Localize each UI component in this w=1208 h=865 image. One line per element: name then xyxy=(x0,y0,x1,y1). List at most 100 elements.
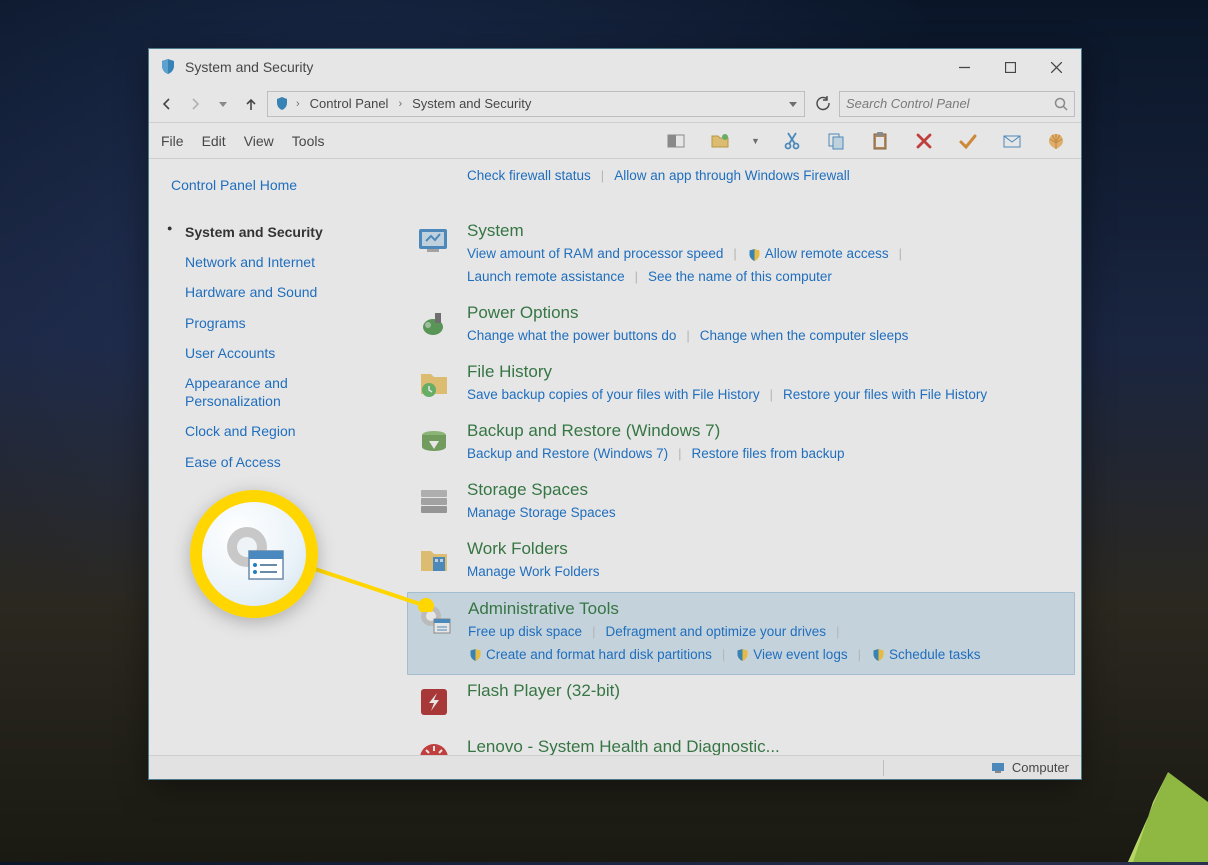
link-power-buttons[interactable]: Change what the power buttons do xyxy=(467,325,676,348)
search-input[interactable] xyxy=(846,96,1054,111)
control-panel-home-link[interactable]: Control Panel Home xyxy=(171,177,381,193)
toolbar-paste-icon[interactable] xyxy=(867,129,893,153)
link-save-backup[interactable]: Save backup copies of your files with Fi… xyxy=(467,384,760,407)
sidebar-item-user-accounts[interactable]: User Accounts xyxy=(171,338,381,368)
refresh-button[interactable] xyxy=(809,91,835,117)
link-allow-app-firewall[interactable]: Allow an app through Windows Firewall xyxy=(614,165,850,188)
link-event-logs[interactable]: View event logs xyxy=(753,644,847,667)
section-power: Power Options Change what the power butt… xyxy=(413,297,1075,356)
link-restore-filehistory[interactable]: Restore your files with File History xyxy=(783,384,987,407)
menu-tools[interactable]: Tools xyxy=(292,133,325,149)
system-icon xyxy=(413,221,455,263)
sidebar-item-hardware[interactable]: Hardware and Sound xyxy=(171,277,381,307)
section-lenovo: Lenovo - System Health and Diagnostic... xyxy=(413,731,1075,755)
toolbar-toggle-icon[interactable] xyxy=(663,129,689,153)
up-button[interactable] xyxy=(239,92,263,116)
section-storage: Storage Spaces Manage Storage Spaces xyxy=(413,474,1075,533)
toolbar-mail-icon[interactable] xyxy=(999,129,1025,153)
chevron-right-icon: › xyxy=(294,98,302,110)
statusbar: Computer xyxy=(149,755,1081,779)
titlebar: System and Security xyxy=(149,49,1081,85)
section-admin-tools: Administrative Tools Free up disk space … xyxy=(407,592,1075,676)
admin-tools-icon xyxy=(414,599,456,641)
section-title-filehistory[interactable]: File History xyxy=(467,362,552,382)
link-schedule-tasks[interactable]: Schedule tasks xyxy=(889,644,981,667)
link-free-disk[interactable]: Free up disk space xyxy=(468,621,582,644)
link-allow-remote[interactable]: Allow remote access xyxy=(765,243,889,266)
minimize-button[interactable] xyxy=(941,52,987,82)
chevron-down-icon[interactable] xyxy=(788,96,798,112)
computer-icon xyxy=(990,760,1006,776)
section-title-lenovo[interactable]: Lenovo - System Health and Diagnostic... xyxy=(467,737,780,755)
search-box[interactable] xyxy=(839,91,1075,117)
link-view-ram[interactable]: View amount of RAM and processor speed xyxy=(467,243,723,266)
content-area[interactable]: Check firewall status | Allow an app thr… xyxy=(403,159,1081,755)
chevron-right-icon: › xyxy=(396,98,404,110)
shield-icon xyxy=(274,96,290,112)
back-button[interactable] xyxy=(155,92,179,116)
search-icon[interactable] xyxy=(1054,97,1068,111)
backup-icon xyxy=(413,421,455,463)
filehistory-icon xyxy=(413,362,455,404)
section-title-storage[interactable]: Storage Spaces xyxy=(467,480,588,500)
breadcrumb[interactable]: › Control Panel › System and Security xyxy=(267,91,805,117)
sidebar-item-network[interactable]: Network and Internet xyxy=(171,247,381,277)
window-title: System and Security xyxy=(185,59,941,75)
uac-shield-icon xyxy=(747,247,762,262)
section-system: System View amount of RAM and processor … xyxy=(413,215,1075,297)
link-manage-storage[interactable]: Manage Storage Spaces xyxy=(467,502,616,525)
sidebar-item-clock-region[interactable]: Clock and Region xyxy=(171,416,381,446)
control-panel-window: System and Security › Control Panel › Sy… xyxy=(148,48,1082,780)
link-manage-workfolders[interactable]: Manage Work Folders xyxy=(467,561,600,584)
toolbar-cut-icon[interactable] xyxy=(779,129,805,153)
menu-edit[interactable]: Edit xyxy=(202,133,226,149)
sidebar-item-system-security[interactable]: System and Security xyxy=(171,217,381,247)
section-title-system[interactable]: System xyxy=(467,221,524,241)
section-title-workfolders[interactable]: Work Folders xyxy=(467,539,568,559)
link-sleep[interactable]: Change when the computer sleeps xyxy=(700,325,909,348)
shield-icon xyxy=(159,58,177,76)
section-filehistory: File History Save backup copies of your … xyxy=(413,356,1075,415)
power-icon xyxy=(413,303,455,345)
forward-button[interactable] xyxy=(183,92,207,116)
section-title-flash[interactable]: Flash Player (32-bit) xyxy=(467,681,620,701)
menu-file[interactable]: File xyxy=(161,133,184,149)
toolbar-check-icon[interactable] xyxy=(955,129,981,153)
link-launch-remote-assist[interactable]: Launch remote assistance xyxy=(467,266,625,289)
storage-icon xyxy=(413,480,455,522)
section-title-admin[interactable]: Administrative Tools xyxy=(468,599,619,619)
sidebar-item-ease-access[interactable]: Ease of Access xyxy=(171,447,381,477)
link-partitions[interactable]: Create and format hard disk partitions xyxy=(486,644,712,667)
toolbar-newfolder-icon[interactable] xyxy=(707,129,733,153)
link-defrag[interactable]: Defragment and optimize your drives xyxy=(605,621,826,644)
section-title-backup[interactable]: Backup and Restore (Windows 7) xyxy=(467,421,720,441)
statusbar-label: Computer xyxy=(1012,760,1069,775)
toolbar-copy-icon[interactable] xyxy=(823,129,849,153)
section-title-power[interactable]: Power Options xyxy=(467,303,579,323)
toolbar-delete-icon[interactable] xyxy=(911,129,937,153)
uac-shield-icon xyxy=(871,647,886,662)
toolbar-dropdown-icon[interactable]: ▼ xyxy=(751,136,761,146)
section-firewall: Check firewall status | Allow an app thr… xyxy=(413,159,1075,215)
sidebar: Control Panel Home System and Security N… xyxy=(149,159,403,755)
section-workfolders: Work Folders Manage Work Folders xyxy=(413,533,1075,592)
section-flash: Flash Player (32-bit) xyxy=(413,675,1075,731)
link-restore-backup[interactable]: Restore files from backup xyxy=(691,443,844,466)
menubar: File Edit View Tools ▼ xyxy=(149,123,1081,159)
workfolders-icon xyxy=(413,539,455,581)
sidebar-item-appearance[interactable]: Appearance and Personalization xyxy=(171,368,381,416)
menu-view[interactable]: View xyxy=(244,133,274,149)
section-backup: Backup and Restore (Windows 7) Backup an… xyxy=(413,415,1075,474)
link-computer-name[interactable]: See the name of this computer xyxy=(648,266,832,289)
uac-shield-icon xyxy=(735,647,750,662)
toolbar-shell-icon[interactable] xyxy=(1043,129,1069,153)
breadcrumb-current[interactable]: System and Security xyxy=(408,94,535,113)
sidebar-item-programs[interactable]: Programs xyxy=(171,308,381,338)
recent-locations-button[interactable] xyxy=(211,92,235,116)
close-button[interactable] xyxy=(1033,52,1079,82)
link-check-firewall[interactable]: Check firewall status xyxy=(467,165,591,188)
maximize-button[interactable] xyxy=(987,52,1033,82)
link-backup-restore[interactable]: Backup and Restore (Windows 7) xyxy=(467,443,668,466)
lenovo-icon xyxy=(413,737,455,755)
breadcrumb-root[interactable]: Control Panel xyxy=(306,94,393,113)
